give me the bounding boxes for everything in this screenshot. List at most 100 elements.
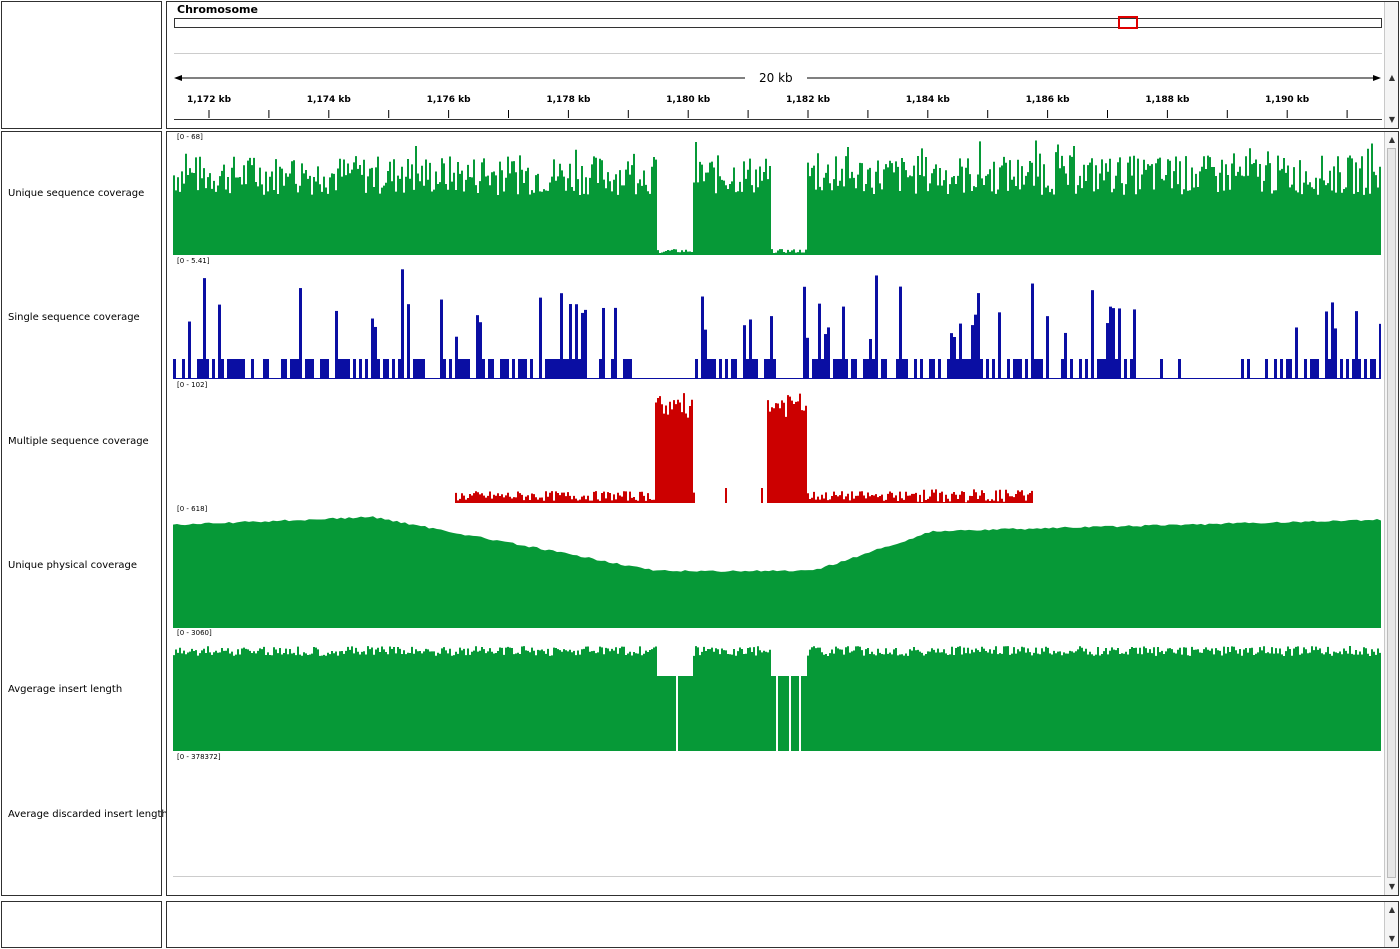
coverage-bar bbox=[284, 359, 287, 379]
coverage-bar bbox=[980, 359, 983, 379]
ruler-tick-label: 1,176 kb bbox=[426, 95, 471, 105]
coverage-bar bbox=[371, 318, 374, 379]
coverage-bar bbox=[572, 359, 575, 379]
coverage-bar bbox=[386, 359, 389, 379]
ruler-tick-label: 1,184 kb bbox=[905, 95, 950, 105]
coverage-bar bbox=[947, 359, 950, 379]
coverage-bar bbox=[392, 359, 395, 379]
coverage-bar bbox=[1034, 359, 1037, 379]
data-scrollbar[interactable]: ▲ ▼ bbox=[1384, 132, 1398, 895]
track-unique-physical-coverage[interactable]: [0 - 618] bbox=[173, 504, 1381, 628]
coverage-bar bbox=[749, 319, 752, 379]
track-average-discarded-insert-length[interactable]: [0 - 378372] bbox=[173, 752, 1381, 876]
coverage-bar bbox=[464, 359, 467, 379]
track-name-unique-physical[interactable]: Unique physical coverage bbox=[8, 560, 137, 571]
coverage-bar bbox=[1241, 359, 1244, 379]
coverage-bar bbox=[1331, 302, 1334, 379]
coverage-bar bbox=[869, 338, 872, 379]
coverage-bar bbox=[968, 359, 971, 379]
track-name-unique-sequence[interactable]: Unique sequence coverage bbox=[8, 188, 144, 199]
coverage-bar bbox=[731, 359, 734, 379]
coverage-bar bbox=[236, 359, 239, 379]
scroll-up-icon[interactable]: ▲ bbox=[1386, 72, 1398, 84]
coverage-bar bbox=[953, 336, 956, 379]
coverage-bar bbox=[719, 359, 722, 379]
coverage-bar bbox=[482, 359, 485, 379]
coverage-bar bbox=[734, 359, 737, 379]
track-multiple-sequence-coverage[interactable]: [0 - 102] bbox=[173, 380, 1381, 504]
coverage-bar bbox=[614, 307, 617, 379]
coverage-area bbox=[173, 140, 1381, 255]
current-region-marker[interactable] bbox=[1118, 16, 1138, 29]
coverage-bar bbox=[182, 359, 185, 379]
coverage-bar bbox=[812, 359, 815, 379]
feature-scrollbar[interactable]: ▲ ▼ bbox=[1384, 902, 1398, 947]
track-divider bbox=[173, 876, 1381, 877]
chromosome-ideogram[interactable] bbox=[174, 18, 1382, 28]
coverage-bar bbox=[1358, 359, 1361, 379]
coverage-bar bbox=[1112, 308, 1115, 379]
coverage-bar bbox=[836, 359, 839, 379]
track-name-single-sequence[interactable]: Single sequence coverage bbox=[8, 312, 140, 323]
coverage-bar bbox=[377, 359, 380, 379]
header-name-panel bbox=[1, 1, 162, 129]
coverage-bar bbox=[1265, 359, 1268, 379]
coverage-bar bbox=[1037, 359, 1040, 379]
coverage-bar bbox=[845, 359, 848, 379]
coverage-bar bbox=[713, 359, 716, 379]
track-name-average-discarded[interactable]: Average discarded insert length bbox=[8, 809, 168, 820]
coverage-bar bbox=[203, 278, 206, 379]
coverage-bar bbox=[575, 304, 578, 379]
coverage-bar bbox=[365, 359, 368, 379]
coverage-bar bbox=[293, 359, 296, 379]
track-unique-sequence-coverage[interactable]: [0 - 68] bbox=[173, 132, 1381, 256]
coverage-bar bbox=[950, 333, 953, 379]
coverage-bar bbox=[623, 359, 626, 379]
track-average-insert-length[interactable]: [0 - 3060] bbox=[173, 628, 1381, 752]
coverage-bar bbox=[335, 310, 338, 379]
coverage-bar bbox=[398, 359, 401, 379]
track-single-sequence-coverage[interactable]: [0 - 5.41] bbox=[173, 256, 1381, 380]
coverage-bar bbox=[338, 359, 341, 379]
coverage-bar bbox=[815, 359, 818, 379]
coverage-bar bbox=[1130, 359, 1133, 379]
feature-scroll-down-icon[interactable]: ▼ bbox=[1386, 933, 1398, 945]
data-scroll-down-icon[interactable]: ▼ bbox=[1386, 881, 1398, 893]
coverage-bar bbox=[773, 359, 776, 379]
feature-scroll-up-icon[interactable]: ▲ bbox=[1386, 904, 1398, 916]
header-scrollbar[interactable]: ▲ ▼ bbox=[1384, 2, 1398, 128]
ruler-tick-label: 1,174 kb bbox=[306, 95, 351, 105]
coverage-bar bbox=[1046, 316, 1049, 379]
coverage-bar bbox=[299, 288, 302, 379]
coverage-bar bbox=[707, 359, 710, 379]
coverage-bar bbox=[566, 359, 569, 379]
coverage-bar bbox=[1346, 359, 1349, 379]
feature-name-panel bbox=[1, 901, 162, 948]
track-name-average-insert[interactable]: Avgerage insert length bbox=[8, 684, 122, 695]
coverage-bar bbox=[1364, 359, 1367, 379]
coverage-bar bbox=[443, 359, 446, 379]
coverage-bar bbox=[512, 359, 515, 379]
coverage-bar bbox=[548, 359, 551, 379]
coverage-bar bbox=[173, 359, 176, 379]
data-scroll-up-icon[interactable]: ▲ bbox=[1386, 134, 1398, 146]
coverage-bar bbox=[1247, 359, 1250, 379]
ruler-tick-label: 1,172 kb bbox=[186, 95, 232, 105]
coverage-bar bbox=[488, 359, 491, 379]
coverage-bar bbox=[881, 359, 884, 379]
coverage-bar bbox=[920, 359, 923, 379]
gap-line bbox=[789, 676, 791, 752]
coverage-bar bbox=[899, 286, 902, 379]
feature-track-panel: ▲ ▼ bbox=[166, 901, 1399, 948]
coverage-bar bbox=[233, 359, 236, 379]
ruler-tick-label: 1,190 kb bbox=[1265, 95, 1310, 105]
coverage-bar bbox=[266, 359, 269, 379]
track-name-multiple-sequence[interactable]: Multiple sequence coverage bbox=[8, 436, 149, 447]
coverage-bar bbox=[518, 359, 521, 379]
scroll-down-icon[interactable]: ▼ bbox=[1386, 114, 1398, 126]
coverage-bar bbox=[602, 307, 605, 379]
coverage-bar bbox=[359, 359, 362, 379]
coverage-bar bbox=[827, 327, 830, 379]
coverage-bar bbox=[938, 359, 941, 379]
coverage-bar bbox=[539, 297, 542, 379]
